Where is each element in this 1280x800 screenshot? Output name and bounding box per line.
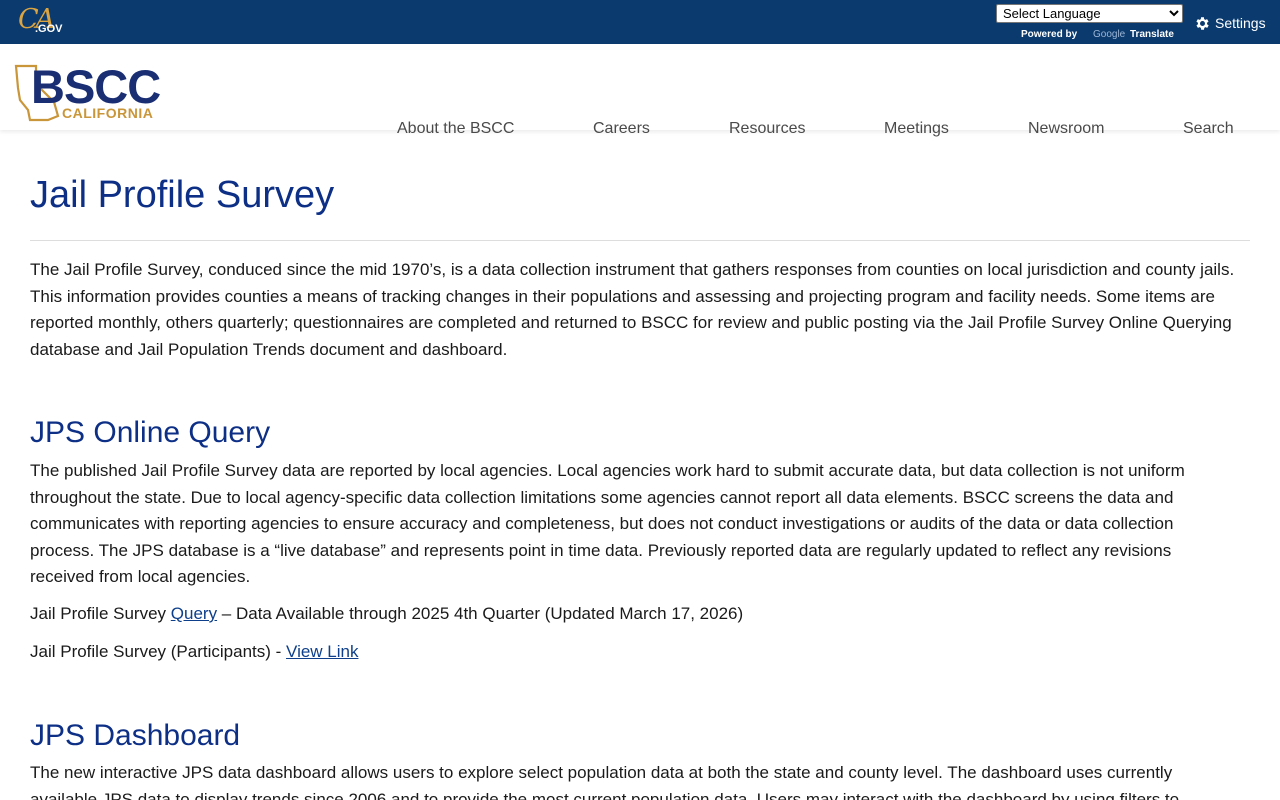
online-query-heading: JPS Online Query: [30, 416, 271, 449]
ca-gov-logo-gov: .GOV: [35, 23, 63, 35]
query-line: Jail Profile Survey Query – Data Availab…: [30, 602, 743, 626]
utility-bar: CA .GOV Select Language Powered by Googl…: [0, 0, 1280, 44]
nav-careers[interactable]: Careers: [593, 118, 650, 140]
nav-newsroom[interactable]: Newsroom: [1028, 118, 1104, 140]
page-title: Jail Profile Survey: [30, 174, 335, 216]
gear-icon: [1196, 16, 1209, 30]
nav-meetings[interactable]: Meetings: [884, 118, 949, 140]
participants-line: Jail Profile Survey (Participants) - Vie…: [30, 640, 358, 664]
powered-by-text: Powered by: [1021, 29, 1078, 40]
query-prefix: Jail Profile Survey: [30, 604, 171, 623]
language-select[interactable]: Select Language: [996, 4, 1183, 23]
bscc-logo[interactable]: BSCC CALIFORNIA: [14, 62, 184, 124]
google-logo-text: Google: [1093, 29, 1126, 40]
site-header: BSCC CALIFORNIA About the BSCC Careers R…: [0, 44, 1280, 137]
settings-label: Settings: [1215, 15, 1266, 31]
view-link[interactable]: View Link: [286, 642, 358, 661]
participants-prefix: Jail Profile Survey (Participants) -: [30, 642, 287, 661]
nav-resources[interactable]: Resources: [729, 118, 805, 140]
dashboard-paragraph: The new interactive JPS data dashboard a…: [30, 763, 1180, 800]
intro-paragraph: The Jail Profile Survey, conduced since …: [30, 260, 1235, 359]
ca-gov-logo[interactable]: CA .GOV: [18, 5, 64, 39]
query-link[interactable]: Query: [171, 604, 217, 623]
nav-search[interactable]: Search: [1183, 118, 1234, 140]
settings-button[interactable]: Settings: [1194, 13, 1266, 33]
logo-california-text: CALIFORNIA: [62, 105, 154, 121]
online-query-paragraph: The published Jail Profile Survey data a…: [30, 461, 1185, 586]
nav-about[interactable]: About the BSCC: [397, 118, 514, 140]
dashboard-heading: JPS Dashboard: [30, 719, 241, 752]
title-divider: [30, 240, 1250, 241]
query-suffix: – Data Available through 2025 4th Quarte…: [217, 604, 744, 623]
translate-link[interactable]: Translate: [1130, 29, 1174, 41]
